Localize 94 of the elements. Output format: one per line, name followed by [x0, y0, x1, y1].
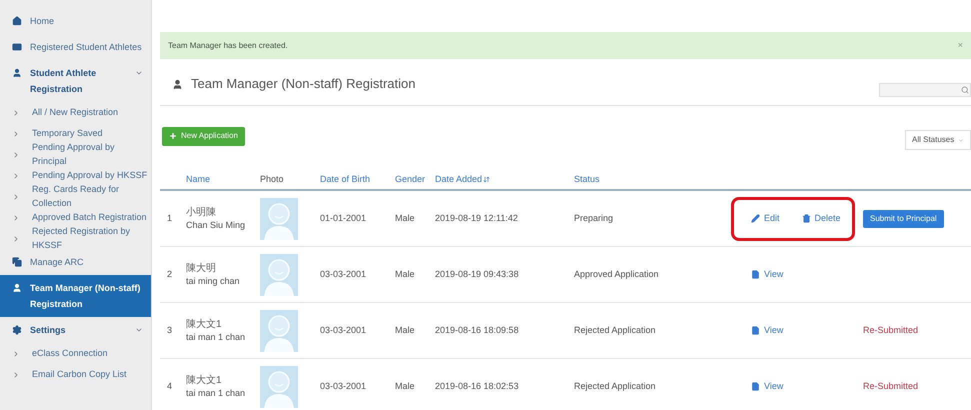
chevron-right-icon [12, 130, 20, 138]
row-number: 3 [166, 324, 174, 337]
sort-icon [483, 176, 490, 183]
chevron-right-icon [12, 172, 20, 180]
date-added: 2019-08-19 12:11:42 [435, 212, 519, 225]
view-link[interactable]: View [751, 380, 784, 394]
view-link[interactable]: View [751, 324, 784, 338]
new-application-button[interactable]: New Application [162, 126, 245, 146]
status-dropdown[interactable]: All Statuses [905, 130, 971, 150]
status-text: Rejected Application [574, 380, 657, 393]
avatar-placeholder-icon [260, 366, 298, 408]
sidebar-item[interactable]: Manage ARC [0, 249, 151, 275]
delete-link[interactable]: Delete [802, 212, 841, 226]
english-name: tai man 1 chan [186, 386, 246, 400]
trash-icon [802, 214, 811, 223]
sidebar-item[interactable]: Settings [0, 317, 151, 343]
status-text: Approved Application [574, 268, 660, 281]
english-name: tai man 1 chan [186, 330, 246, 344]
column-header: Photo [260, 172, 285, 186]
avatar-placeholder-icon [260, 198, 298, 240]
sidebar-link[interactable]: Approved Batch Registration [0, 207, 151, 228]
person-icon [12, 283, 22, 293]
column-header[interactable]: Date Added [435, 172, 574, 186]
document-icon [751, 382, 760, 391]
row-number: 2 [166, 268, 174, 281]
document-icon [751, 326, 760, 335]
birth-date: 03-03-2001 [320, 324, 368, 337]
settings-icon [12, 325, 22, 335]
sidebar-item[interactable]: Home [0, 8, 151, 34]
sidebar-item[interactable]: Student Athlete Registration [0, 60, 151, 102]
status-text: Rejected Application [574, 324, 657, 337]
chevron-right-icon [12, 370, 20, 378]
person-icon [172, 78, 183, 90]
date-added: 2019-08-16 18:02:53 [435, 380, 520, 393]
chinese-name: 陳大文1 [186, 374, 223, 386]
home-icon [12, 16, 22, 26]
sidebar-item[interactable]: Registered Student Athletes [0, 34, 151, 60]
sidebar-link[interactable]: Reg. Cards Ready for Collection [0, 186, 151, 207]
sidebar-link[interactable]: eClass Connection [0, 343, 151, 364]
sidebar-link[interactable]: Pending Approval by Principal [0, 144, 151, 165]
plus-icon [169, 132, 177, 140]
alert-message: Team Manager has been created. [168, 40, 288, 52]
column-header[interactable]: Name [160, 172, 260, 186]
chevron-right-icon [12, 150, 20, 158]
gender: Male [395, 212, 416, 225]
chinese-name: 陳大文1 [186, 318, 223, 330]
sidebar-link[interactable]: Rejected Registration by HKSSF [0, 228, 151, 249]
chevron-right-icon [12, 350, 20, 358]
chevron-right-icon [12, 108, 20, 116]
gender: Male [395, 324, 416, 337]
resubmitted-label: Re-Submitted [863, 380, 918, 391]
status-text: Preparing [574, 212, 614, 225]
page-title: Team Manager (Non-staff) Registration [191, 75, 416, 94]
copy-icon [12, 257, 22, 267]
gender: Male [395, 268, 416, 281]
english-name: Chan Siu Ming [186, 218, 246, 232]
chinese-name: 陳大明 [186, 262, 217, 274]
date-added: 2019-08-16 18:09:58 [435, 324, 520, 337]
submit-button[interactable]: Submit to Principal [863, 210, 944, 228]
resubmitted-label: Re-Submitted [863, 324, 918, 335]
avatar-placeholder-icon [260, 310, 298, 352]
row-number: 4 [166, 380, 174, 393]
birth-date: 03-03-2001 [320, 268, 368, 281]
pencil-icon [751, 214, 760, 223]
search-field[interactable] [879, 83, 971, 97]
birth-date: 01-01-2001 [320, 212, 368, 225]
search-icon [961, 86, 969, 94]
chinese-name: 小明陳 [186, 206, 217, 218]
card-icon [12, 42, 22, 52]
sidebar-item[interactable]: Team Manager (Non-staff) Registration [0, 275, 151, 317]
person-icon [12, 68, 22, 78]
chevron-right-icon [12, 214, 20, 222]
avatar-placeholder-icon [260, 254, 298, 296]
column-header[interactable]: Status [574, 172, 674, 186]
edit-link[interactable]: Edit [751, 212, 780, 226]
view-link[interactable]: View [751, 268, 784, 282]
english-name: tai ming chan [186, 274, 241, 288]
column-header[interactable]: Date of Birth [320, 172, 395, 186]
document-icon [751, 270, 760, 279]
sidebar-link[interactable]: Pending Approval by HKSSF [0, 165, 151, 186]
sidebar-link[interactable]: Temporary Saved [0, 123, 151, 144]
date-added: 2019-08-19 09:43:38 [435, 268, 520, 281]
birth-date: 03-03-2001 [320, 380, 368, 393]
sidebar-link[interactable]: Email Carbon Copy List [0, 364, 151, 385]
chevron-right-icon [12, 192, 20, 200]
chevron-down-icon [135, 69, 143, 77]
gender: Male [395, 380, 416, 393]
close-button[interactable]: × [958, 38, 963, 52]
sidebar-link[interactable]: All / New Registration [0, 102, 151, 123]
caret-icon [958, 136, 964, 144]
column-header[interactable]: Gender [395, 172, 435, 186]
row-number: 1 [166, 212, 174, 225]
chevron-down-icon [135, 326, 143, 334]
chevron-right-icon [12, 234, 20, 242]
